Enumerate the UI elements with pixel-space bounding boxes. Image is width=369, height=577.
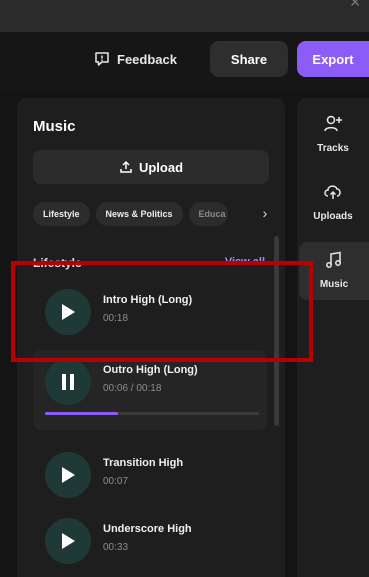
panel-title: Music xyxy=(33,118,76,135)
track-item[interactable]: Underscore High 00:33 xyxy=(33,509,267,573)
share-button[interactable]: Share xyxy=(210,41,288,77)
track-name: Outro High (Long) xyxy=(103,364,198,376)
upload-button[interactable]: Upload xyxy=(33,150,269,184)
track-duration: 00:07 xyxy=(103,476,129,487)
rail-item-tracks[interactable]: Tracks xyxy=(297,106,369,164)
play-icon xyxy=(62,533,75,549)
playback-progress-bar[interactable] xyxy=(45,412,259,415)
play-icon xyxy=(62,467,75,483)
play-button[interactable] xyxy=(45,452,91,498)
rail-label: Tracks xyxy=(317,143,349,154)
chevron-right-icon[interactable]: › xyxy=(256,202,274,226)
uploads-icon xyxy=(324,185,341,199)
tracks-icon xyxy=(324,115,342,132)
feedback-icon xyxy=(95,52,109,66)
music-icon xyxy=(326,251,341,268)
track-item[interactable]: Transition High 00:07 xyxy=(33,443,267,507)
pause-button[interactable] xyxy=(45,359,91,405)
track-item[interactable]: Outro High (Long) 00:06 / 00:18 xyxy=(33,350,267,430)
title-bar: ✕ xyxy=(0,0,369,32)
progress-fill xyxy=(45,412,118,415)
window-close-icon[interactable]: ✕ xyxy=(349,0,361,11)
category-chips: Lifestyle News & Politics Educa xyxy=(33,202,273,226)
track-duration: 00:06 / 00:18 xyxy=(103,383,162,394)
upload-label: Upload xyxy=(138,159,184,175)
track-name: Transition High xyxy=(103,457,184,469)
track-duration: 00:33 xyxy=(103,542,129,553)
chip-lifestyle[interactable]: Lifestyle xyxy=(33,202,90,226)
chip-news-politics[interactable]: News & Politics xyxy=(95,202,183,226)
rail-item-uploads[interactable]: Uploads xyxy=(297,174,369,232)
upload-icon xyxy=(120,160,132,173)
export-button[interactable]: Export xyxy=(297,41,369,77)
feedback-button[interactable]: Feedback xyxy=(94,49,177,69)
play-button[interactable] xyxy=(45,518,91,564)
feedback-label: Feedback xyxy=(117,51,177,67)
chip-education[interactable]: Educa xyxy=(188,202,228,226)
track-name: Underscore High xyxy=(103,523,192,535)
rail-label: Uploads xyxy=(313,211,353,222)
highlight-annotation xyxy=(11,261,313,362)
pause-icon xyxy=(62,374,74,390)
